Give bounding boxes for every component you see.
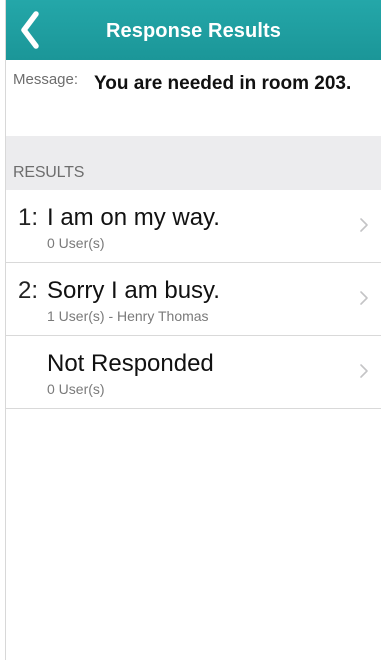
result-row-1[interactable]: 1: I am on my way. 0 User(s)	[6, 190, 381, 262]
chevron-right-icon	[360, 291, 368, 305]
chevron-right-icon	[360, 364, 368, 378]
results-list: 1: I am on my way. 0 User(s) 2: Sorry I …	[6, 190, 381, 409]
results-section-header: RESULTS	[6, 136, 381, 190]
message-text: You are needed in room 203.	[94, 73, 352, 94]
result-user-count: 0 User(s)	[47, 235, 105, 251]
app-screen: Response Results Message: You are needed…	[5, 0, 381, 660]
nav-bar: Response Results	[6, 0, 381, 60]
result-title: I am on my way.	[47, 204, 220, 231]
message-row: Message: You are needed in room 203.	[6, 60, 381, 136]
chevron-right-icon	[360, 218, 368, 232]
result-title: Not Responded	[47, 350, 214, 377]
result-title: Sorry I am busy.	[47, 277, 220, 304]
result-user-count: 0 User(s)	[47, 381, 105, 397]
result-number: 1:	[18, 204, 39, 231]
page-title: Response Results	[106, 20, 281, 42]
result-user-count: 1 User(s) - Henry Thomas	[47, 308, 209, 324]
result-row-not-responded[interactable]: Not Responded 0 User(s)	[6, 335, 381, 409]
result-number: 2:	[18, 277, 39, 304]
message-label: Message:	[13, 71, 79, 88]
results-header-label: RESULTS	[13, 164, 85, 181]
result-row-2[interactable]: 2: Sorry I am busy. 1 User(s) - Henry Th…	[6, 262, 381, 335]
